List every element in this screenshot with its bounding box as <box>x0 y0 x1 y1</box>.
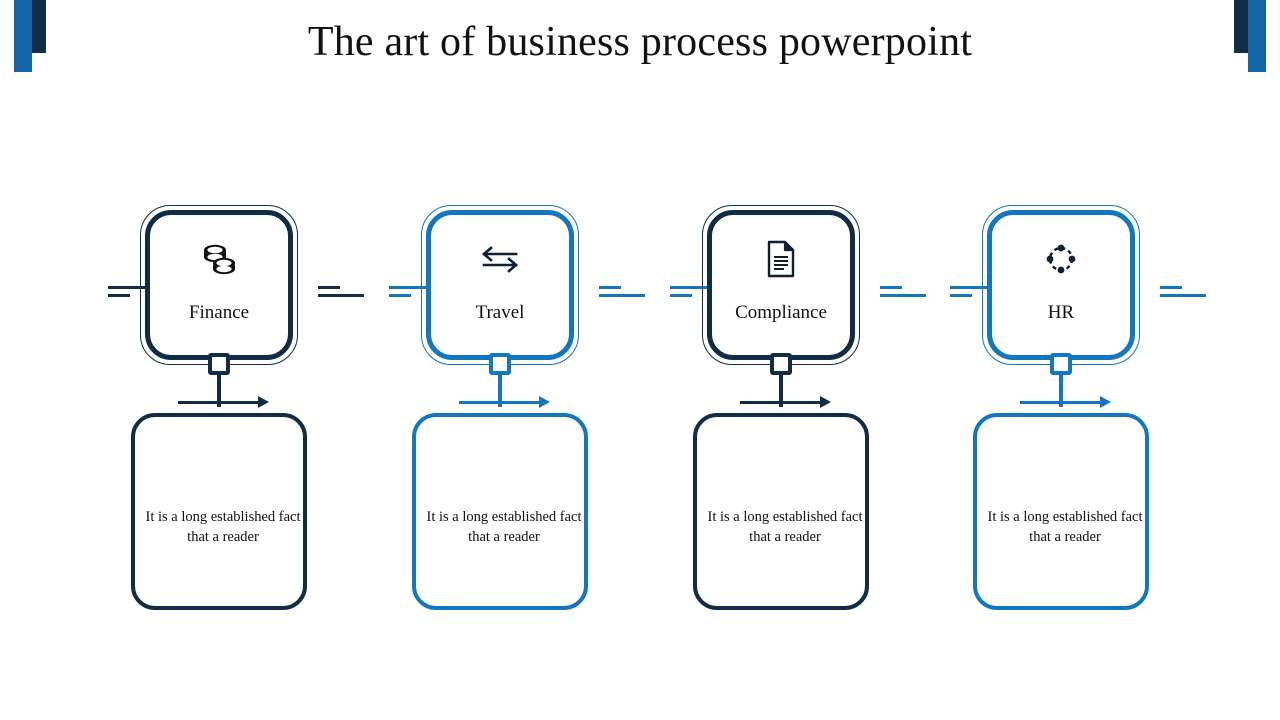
icon-card-body <box>426 210 574 360</box>
icon-card-label: HR <box>1047 302 1075 323</box>
icon-card[interactable]: Compliance <box>702 205 860 365</box>
process-step-compliance: Compliance It is a long established fact … <box>640 0 926 720</box>
connector-node <box>1050 353 1072 375</box>
icon-card-body <box>145 210 293 360</box>
arrow-head-icon <box>258 396 269 408</box>
connector-line-left-lower <box>670 294 692 297</box>
arrow-shaft <box>1020 401 1102 404</box>
connector-line-right <box>852 281 926 305</box>
description-text: It is a long established fact that a rea… <box>426 509 582 545</box>
arrow-head-icon <box>820 396 831 408</box>
icon-card-body <box>707 210 855 360</box>
icon-card[interactable]: Travel <box>421 205 579 365</box>
connector-line-left-lower <box>108 294 130 297</box>
icon-card-label: Compliance <box>735 302 827 323</box>
description-box[interactable]: It is a long established fact that a rea… <box>693 413 869 610</box>
connector-node <box>770 353 792 375</box>
description-box[interactable]: It is a long established fact that a rea… <box>412 413 588 610</box>
stacked-coins-icon <box>140 237 298 281</box>
connector-node <box>489 353 511 375</box>
process-columns: Finance It is a long established fact tha… <box>0 0 1280 720</box>
arrow-shaft <box>178 401 260 404</box>
exchange-arrows-icon <box>421 237 579 281</box>
description-text: It is a long established fact that a rea… <box>987 509 1143 545</box>
process-step-hr: HR It is a long established fact that a r… <box>920 0 1206 720</box>
process-step-finance: Finance It is a long established fact tha… <box>78 0 364 720</box>
arrow-head-icon <box>539 396 550 408</box>
icon-card-label: Finance <box>188 302 250 323</box>
connector-line-right-upper <box>318 286 340 289</box>
connector-line-right <box>290 281 364 305</box>
arrow-head-icon <box>1100 396 1111 408</box>
document-icon <box>702 237 860 281</box>
connector-line-right-lower <box>1160 294 1206 297</box>
arrow-shaft <box>740 401 822 404</box>
connector-line-right <box>1132 281 1206 305</box>
icon-card-label: Travel <box>475 302 525 323</box>
description-box[interactable]: It is a long established fact that a rea… <box>131 413 307 610</box>
icon-card-body <box>987 210 1135 360</box>
description-box[interactable]: It is a long established fact that a rea… <box>973 413 1149 610</box>
connector-line-left-lower <box>389 294 411 297</box>
connector-line-right-lower <box>318 294 364 297</box>
connector-node <box>208 353 230 375</box>
connector-line-right-upper <box>880 286 902 289</box>
connector-line-right-upper <box>1160 286 1182 289</box>
description-text: It is a long established fact that a rea… <box>707 509 863 545</box>
description-text: It is a long established fact that a rea… <box>145 509 301 545</box>
connector-line-left-lower <box>950 294 972 297</box>
connector-line-right <box>571 281 645 305</box>
connector-line-right-lower <box>599 294 645 297</box>
process-step-travel: Travel It is a long established fact that… <box>359 0 645 720</box>
connector-line-right-upper <box>599 286 621 289</box>
icon-card[interactable]: HR <box>982 205 1140 365</box>
arrow-shaft <box>459 401 541 404</box>
icon-card[interactable]: Finance <box>140 205 298 365</box>
network-dots-icon <box>982 237 1140 281</box>
